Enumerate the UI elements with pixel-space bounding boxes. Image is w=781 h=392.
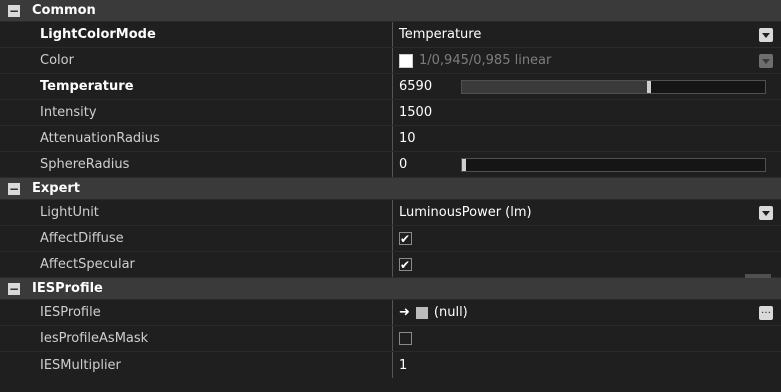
attenuationradius-value[interactable]: 10	[399, 131, 416, 146]
slider-thumb[interactable]	[646, 80, 651, 93]
property-label: AffectSpecular	[40, 257, 135, 272]
chevron-down-icon[interactable]	[759, 206, 773, 220]
section-iesprofile[interactable]: − IESProfile	[0, 278, 781, 300]
property-label: Intensity	[40, 105, 97, 120]
row-lightunit: LightUnit LuminousPower (lm)	[0, 200, 781, 226]
iesmultiplier-field[interactable]: 1	[392, 352, 781, 378]
property-label: LightUnit	[40, 205, 99, 220]
affectspecular-field	[392, 252, 781, 278]
chevron-down-icon	[759, 54, 773, 68]
property-label: IESProfile	[40, 305, 101, 320]
lightcolormode-dropdown[interactable]: Temperature	[392, 22, 781, 47]
iesmultiplier-value[interactable]: 1	[399, 358, 407, 373]
property-label: IesProfileAsMask	[40, 331, 149, 346]
collapse-icon[interactable]: −	[8, 4, 20, 17]
iesprofileasmask-field	[392, 326, 781, 351]
property-label: Color	[40, 53, 74, 68]
row-lightcolormode: LightColorMode Temperature	[0, 22, 781, 48]
property-label: SphereRadius	[40, 157, 130, 172]
affectdiffuse-field	[392, 226, 781, 251]
temperature-field[interactable]: 6590	[392, 74, 781, 99]
row-iesprofile: IESProfile ➜ (null)	[0, 300, 781, 326]
iesprofile-value: (null)	[433, 305, 468, 320]
intensity-field[interactable]: 1500	[392, 100, 781, 125]
row-temperature: Temperature 6590	[0, 74, 781, 100]
dropdown-value: LuminousPower (lm)	[399, 205, 532, 220]
temperature-slider[interactable]	[461, 79, 766, 94]
sphereradius-field[interactable]: 0	[392, 152, 781, 177]
slider-thumb[interactable]	[462, 158, 466, 171]
intensity-value[interactable]: 1500	[399, 105, 432, 120]
property-label: IESMultiplier	[40, 357, 121, 373]
slider-fill	[462, 80, 647, 93]
color-value: 1/0,945/0,985 linear	[419, 53, 552, 68]
sphereradius-value[interactable]: 0	[399, 157, 461, 172]
section-title: IESProfile	[32, 281, 103, 296]
property-grid: − Common LightColorMode Temperature Colo…	[0, 0, 781, 392]
affectdiffuse-checkbox[interactable]	[399, 232, 412, 245]
row-color: Color 1/0,945/0,985 linear	[0, 48, 781, 74]
color-swatch[interactable]	[399, 53, 413, 68]
property-label: LightColorMode	[40, 27, 156, 42]
iesprofile-field[interactable]: ➜ (null)	[392, 300, 781, 325]
sphereradius-slider[interactable]	[461, 157, 766, 172]
arrow-right-icon[interactable]: ➜	[399, 305, 410, 320]
row-affectdiffuse: AffectDiffuse	[0, 226, 781, 252]
chevron-down-icon[interactable]	[759, 28, 773, 42]
row-affectspecular: AffectSpecular	[0, 252, 781, 278]
section-common[interactable]: − Common	[0, 0, 781, 22]
iesprofileasmask-checkbox[interactable]	[399, 332, 412, 345]
affectspecular-checkbox[interactable]	[399, 258, 412, 271]
scrollbar[interactable]	[745, 274, 771, 278]
section-expert[interactable]: − Expert	[0, 178, 781, 200]
row-iesmultiplier: IESMultiplier 1	[0, 352, 781, 378]
dropdown-value: Temperature	[399, 27, 482, 42]
attenuationradius-field[interactable]: 10	[392, 126, 781, 151]
property-label: Temperature	[40, 79, 134, 94]
section-title: Common	[32, 3, 96, 18]
property-label: AttenuationRadius	[40, 131, 160, 146]
ellipsis-icon[interactable]	[759, 306, 773, 320]
section-title: Expert	[32, 181, 81, 196]
row-sphereradius: SphereRadius 0	[0, 152, 781, 178]
temperature-value[interactable]: 6590	[399, 79, 461, 94]
lightunit-dropdown[interactable]: LuminousPower (lm)	[392, 200, 781, 225]
color-dropdown[interactable]: 1/0,945/0,985 linear	[392, 48, 781, 73]
collapse-icon[interactable]: −	[8, 282, 20, 295]
row-intensity: Intensity 1500	[0, 100, 781, 126]
collapse-icon[interactable]: −	[8, 182, 20, 195]
asset-icon	[415, 306, 428, 319]
property-label: AffectDiffuse	[40, 231, 124, 246]
row-iesprofileasmask: IesProfileAsMask	[0, 326, 781, 352]
row-attenuationradius: AttenuationRadius 10	[0, 126, 781, 152]
